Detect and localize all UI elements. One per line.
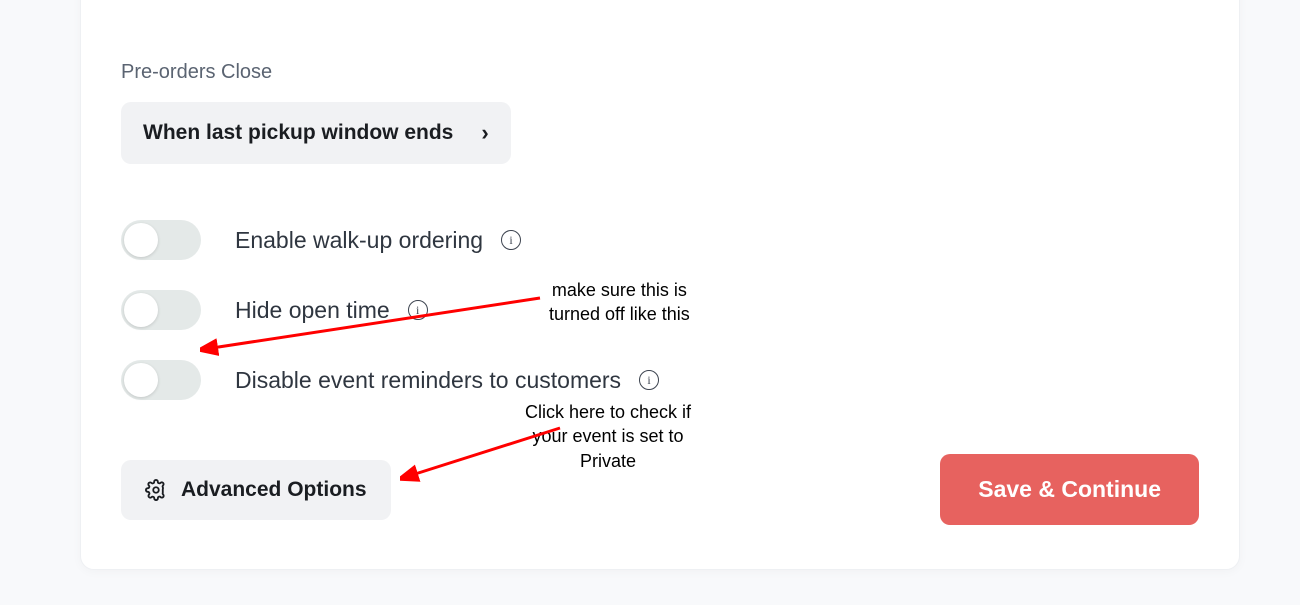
toggle-walkup[interactable]: [121, 220, 201, 260]
toggle-row-hide-open: Hide open time: [121, 290, 1199, 330]
gear-icon: [145, 479, 167, 501]
info-icon[interactable]: [501, 230, 521, 250]
preorders-close-select[interactable]: When last pickup window ends ›: [121, 102, 511, 164]
settings-card: Pre-orders Close When last pickup window…: [80, 0, 1240, 570]
toggle-disable-reminders-label: Disable event reminders to customers: [235, 367, 621, 394]
footer: Advanced Options Save & Continue: [121, 454, 1199, 525]
chevron-right-icon: ›: [481, 120, 488, 146]
toggle-list: Enable walk-up ordering Hide open time D…: [121, 220, 1199, 400]
toggle-row-disable-reminders: Disable event reminders to customers: [121, 360, 1199, 400]
preorders-close-value: When last pickup window ends: [143, 121, 453, 145]
advanced-options-label: Advanced Options: [181, 478, 367, 502]
toggle-disable-reminders[interactable]: [121, 360, 201, 400]
save-continue-button[interactable]: Save & Continue: [940, 454, 1199, 525]
info-icon[interactable]: [639, 370, 659, 390]
toggle-row-walkup: Enable walk-up ordering: [121, 220, 1199, 260]
toggle-hide-open[interactable]: [121, 290, 201, 330]
toggle-hide-open-label: Hide open time: [235, 297, 390, 324]
toggle-walkup-label: Enable walk-up ordering: [235, 227, 483, 254]
info-icon[interactable]: [408, 300, 428, 320]
save-continue-label: Save & Continue: [978, 476, 1161, 502]
advanced-options-button[interactable]: Advanced Options: [121, 460, 391, 520]
preorders-close-label: Pre-orders Close: [121, 61, 1199, 84]
